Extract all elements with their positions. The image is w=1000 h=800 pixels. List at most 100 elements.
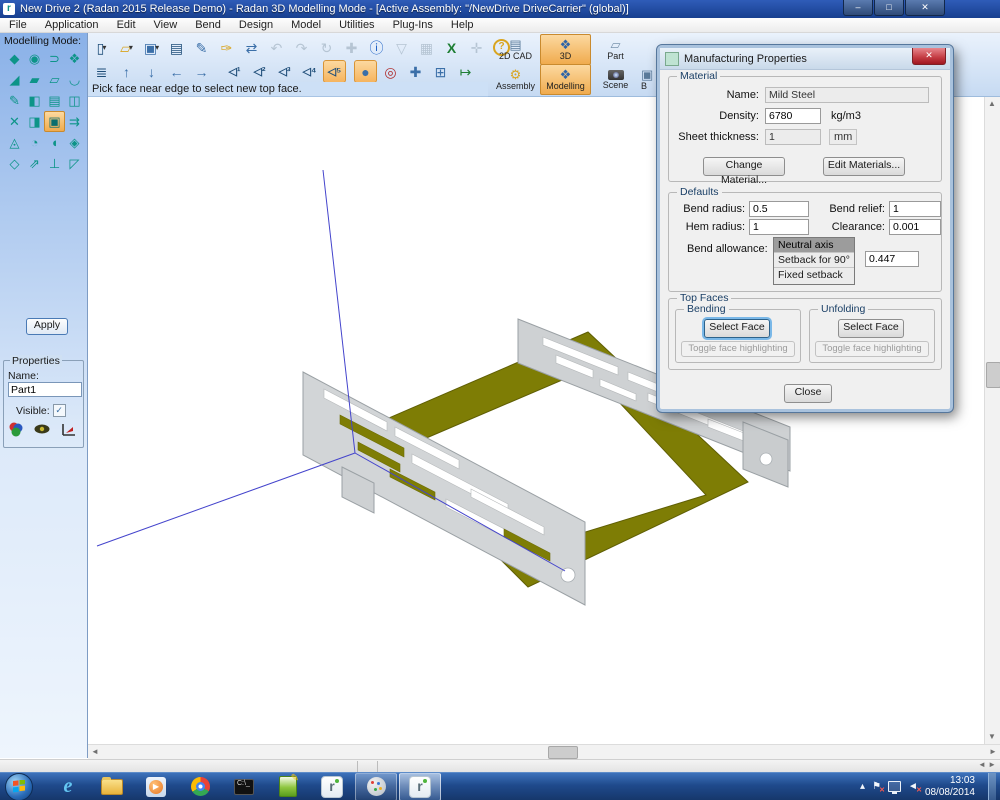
view-2-button[interactable]: ◁² [248,60,271,83]
vertical-scrollbar[interactable]: ▲ ▼ [984,97,1000,744]
swap-view-button[interactable]: ⇄ [240,36,263,59]
modelling-tool-12[interactable]: ◫ [64,90,85,111]
menu-model[interactable]: Model [282,19,330,31]
chevron-down-icon[interactable]: ▾ [129,43,133,52]
part-hole[interactable] [760,453,772,465]
annotate-button[interactable]: ✑ [215,36,238,59]
modelling-tool-17[interactable]: ◬ [4,132,25,153]
visible-checkbox[interactable]: ✓ [53,404,66,417]
modelling-tool-13[interactable]: ✕ [4,111,25,132]
new-document-button[interactable]: ▯▾ [90,36,113,59]
menu-help[interactable]: Help [442,19,483,31]
modelling-tool-6[interactable]: ▰ [24,69,45,90]
clearance-input[interactable] [889,219,941,235]
show-desktop-button[interactable] [988,773,996,800]
vertical-scroll-thumb[interactable] [986,362,1000,388]
modelling-tool-10[interactable]: ◧ [24,90,45,111]
taskbar-radan[interactable]: r [311,773,353,800]
close-button[interactable]: ✕ [905,0,945,16]
tab-2d-cad[interactable]: ▤ 2D CAD [490,34,541,65]
start-button[interactable] [5,773,33,800]
modelling-tool-16[interactable]: ⇉ [64,111,85,132]
menu-edit[interactable]: Edit [108,19,145,31]
tab-3d[interactable]: ❖ 3D [540,34,591,65]
modelling-tool-22[interactable]: ⇗ [24,153,45,174]
taskbar-command-prompt[interactable]: C:\_ [223,773,265,800]
dialog-close-button[interactable]: ✕ [912,48,946,65]
export-part-button[interactable]: ↦ [454,60,477,83]
menu-plugins[interactable]: Plug-Ins [384,19,442,31]
modelling-tool-9[interactable]: ✎ [4,90,25,111]
menu-bend[interactable]: Bend [186,19,230,31]
print-button[interactable]: ▤ [165,36,188,59]
view-4-button[interactable]: ◁⁴ [298,60,321,83]
info-button[interactable]: ⓘ [365,36,388,59]
view-3-button[interactable]: ◁³ [273,60,296,83]
save-file-button[interactable]: ▣▾ [140,36,163,59]
tab-part[interactable]: ▱ Part [590,34,641,65]
excel-export-button[interactable]: X [440,36,463,59]
taskbar-cad-document[interactable] [267,773,309,800]
chevron-down-icon[interactable]: ▾ [102,43,106,52]
shaded-orbit-button[interactable]: ● [354,60,377,83]
scroll-left-icon[interactable]: ◄ [88,745,102,759]
dialog-close-action-button[interactable]: Close [784,384,832,403]
taskbar-image-editor[interactable] [355,773,397,800]
modelling-tool-8[interactable]: ◡ [64,69,85,90]
modelling-tool-3[interactable]: ⊃ [44,48,65,69]
status-resize-arrows[interactable]: ◄ ► [978,760,996,769]
move-up-button[interactable]: ↑ [115,60,138,83]
allowance-option-setback-90[interactable]: Setback for 90° [774,253,854,268]
action-center-flag-icon[interactable]: ⚑✕ [872,781,881,792]
taskbar-windows-explorer[interactable] [91,773,133,800]
maximize-button[interactable]: □ [874,0,904,16]
taskbar-clock[interactable]: 13:03 08/08/2014 [925,775,981,799]
taskbar-chrome[interactable] [179,773,221,800]
move-left-button[interactable]: ← [165,60,188,83]
modelling-tool-5[interactable]: ◢ [4,69,25,90]
modelling-tool-19[interactable]: ◖ [44,132,65,153]
modelling-tool-18[interactable]: ◔ [24,132,45,153]
taskbar-radan-active[interactable]: r [399,773,441,800]
tab-modelling[interactable]: ❖ Modelling [540,64,591,95]
view-5-button[interactable]: ◁⁵ [323,60,346,83]
menu-design[interactable]: Design [230,19,282,31]
network-icon[interactable] [888,781,901,792]
move-down-button[interactable]: ↓ [140,60,163,83]
volume-muted-icon[interactable]: ◄✕ [908,781,918,792]
manufacturing-properties-dialog[interactable]: Manufacturing Properties ✕ Material Name… [657,45,953,412]
modelling-tool-4[interactable]: ❖ [64,48,85,69]
modelling-tool-15-active[interactable]: ▣ [44,111,65,132]
menu-utilities[interactable]: Utilities [330,19,383,31]
modelling-tool-7[interactable]: ▱ [44,69,65,90]
sequence-button[interactable]: ≣ [90,60,113,83]
bend-radius-input[interactable] [749,201,809,217]
chevron-down-icon[interactable]: ▾ [155,43,159,52]
horizontal-scrollbar[interactable]: ◄ ► [88,744,1000,759]
tray-expand-icon[interactable]: ▴ [860,781,865,792]
scroll-right-icon[interactable]: ► [986,745,1000,759]
origin-button[interactable]: ◎ [379,60,402,83]
modelling-tool-11[interactable]: ▤ [44,90,65,111]
pan-button[interactable]: ✚ [404,60,427,83]
scroll-up-icon[interactable]: ▲ [985,97,999,111]
unfolding-select-face-button[interactable]: Select Face [838,319,904,338]
taskbar-internet-explorer[interactable]: e [47,773,89,800]
menu-application[interactable]: Application [36,19,108,31]
model-transfer-button[interactable]: ⊞ [429,60,452,83]
hem-radius-input[interactable] [749,219,809,235]
ucs-axes-icon[interactable] [60,421,78,437]
change-material-button[interactable]: Change Material... [703,157,785,176]
view-1-button[interactable]: ◁¹ [223,60,246,83]
scroll-down-icon[interactable]: ▼ [985,730,999,744]
density-input[interactable] [765,108,821,124]
modelling-tool-23[interactable]: ⊥ [44,153,65,174]
modelling-tool-14[interactable]: ◨ [24,111,45,132]
modelling-tool-1[interactable]: ◆ [4,48,25,69]
menu-file[interactable]: File [0,19,36,31]
modelling-tool-21[interactable]: ◇ [4,153,25,174]
sketch-button[interactable]: ✎ [190,36,213,59]
horizontal-scroll-thumb[interactable] [548,746,578,759]
bend-relief-input[interactable] [889,201,941,217]
allowance-value-input[interactable] [865,251,919,267]
